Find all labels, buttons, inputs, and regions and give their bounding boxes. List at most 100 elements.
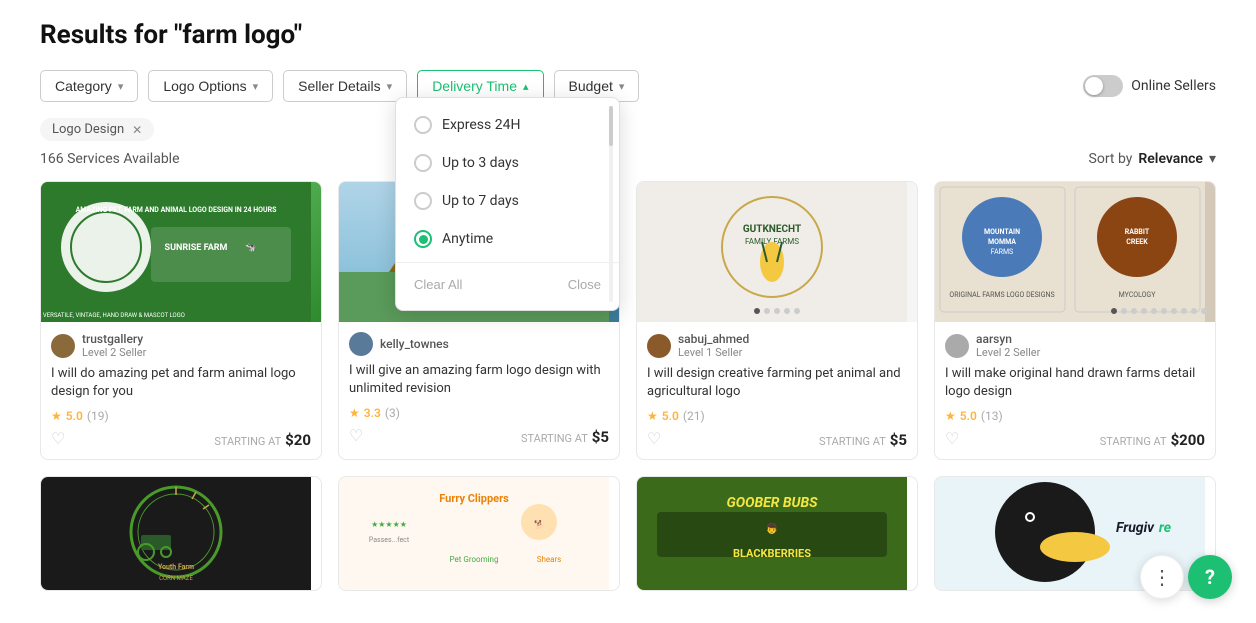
svg-text:ORIGINAL FARMS LOGO DESIGNS: ORIGINAL FARMS LOGO DESIGNS (949, 291, 1054, 299)
card-3-price: $5 (890, 431, 907, 449)
dropdown-option-anytime[interactable]: Anytime (396, 220, 619, 258)
svg-text:MYCOLOGY: MYCOLOGY (1119, 291, 1157, 299)
delivery-time-label: Delivery Time (432, 78, 517, 94)
radio-express (414, 116, 432, 134)
card4-dot-1 (1111, 308, 1117, 314)
card4-dot-3 (1131, 308, 1137, 314)
card-7-svg: GOOBER BUBS 👦 BLACKBERRIES (637, 477, 907, 591)
card-4-image: MOUNTAIN MOMMA FARMS RABBIT CREEK ORIGIN… (935, 182, 1215, 322)
card-3-seller-name: sabuj_ahmed (678, 332, 749, 346)
seller-details-label: Seller Details (298, 78, 380, 94)
card-1-rating-val: 5.0 (66, 409, 83, 423)
dot-1 (754, 308, 760, 314)
svg-text:RABBIT: RABBIT (1125, 228, 1150, 236)
card-1-body: trustgallery Level 2 Seller I will do am… (41, 322, 321, 459)
card-4-seller-name: aarsyn (976, 332, 1040, 346)
7days-label: Up to 7 days (442, 193, 519, 209)
card-3-rating-val: 5.0 (662, 409, 679, 423)
card-4-price-area: STARTING AT $200 (1100, 430, 1205, 449)
scrollbar-track (609, 106, 613, 302)
help-icon: ? (1205, 565, 1215, 589)
card-2-rating-count: (3) (385, 406, 400, 420)
card-1-seller-level: Level 2 Seller (82, 346, 146, 359)
more-options-button[interactable]: ⋮ (1140, 555, 1184, 599)
card-3-image: GUTKNECHT FAMILY FARMS (637, 182, 917, 322)
card-4-body: aarsyn Level 2 Seller I will make origin… (935, 322, 1215, 459)
card-1-starting-at: STARTING AT (214, 435, 281, 448)
page-container: Results for "farm logo" Category ▾ Logo … (0, 0, 1256, 623)
logo-design-tag: Logo Design ✕ (40, 118, 154, 141)
online-sellers-toggle: Online Sellers (1083, 75, 1216, 97)
scrollbar-thumb (609, 106, 613, 146)
dropdown-footer: Clear All Close (396, 267, 619, 302)
tag-remove-icon[interactable]: ✕ (132, 123, 142, 137)
svg-text:BLACKBERRIES: BLACKBERRIES (733, 547, 811, 560)
category-label: Category (55, 78, 112, 94)
category-filter[interactable]: Category ▾ (40, 70, 138, 102)
card-4-rating-count: (13) (981, 409, 1003, 423)
card-2-seller: kelly_townes (349, 332, 609, 356)
clear-all-button[interactable]: Clear All (414, 277, 462, 292)
dropdown-option-express[interactable]: Express 24H (396, 106, 619, 144)
card-3-heart-button[interactable]: ♡ (647, 429, 661, 449)
card-2-rating: ★ 3.3 (3) (349, 406, 609, 420)
card-4-starting-at: STARTING AT (1100, 435, 1167, 448)
seller-details-filter[interactable]: Seller Details ▾ (283, 70, 407, 102)
card-2-body: kelly_townes I will give an amazing farm… (339, 322, 619, 456)
svg-text:AMAZING PET, FARM AND ANIMAL L: AMAZING PET, FARM AND ANIMAL LOGO DESIGN… (76, 206, 278, 214)
sort-by[interactable]: Sort by Relevance ▾ (1089, 151, 1216, 167)
radio-anytime (414, 230, 432, 248)
svg-text:👦: 👦 (766, 522, 778, 535)
card-4-avatar (945, 334, 969, 358)
svg-text:GUTKNECHT: GUTKNECHT (743, 224, 801, 235)
online-sellers-switch[interactable] (1083, 75, 1123, 97)
card-2-price: $5 (592, 428, 609, 446)
dropdown-option-7days[interactable]: Up to 7 days (396, 182, 619, 220)
card-1-svg: AMAZING PET, FARM AND ANIMAL LOGO DESIGN… (41, 182, 311, 322)
dot-2 (764, 308, 770, 314)
card-1-avatar (51, 334, 75, 358)
svg-text:SUNRISE FARM: SUNRISE FARM (165, 243, 228, 253)
card-4-star-icon: ★ (945, 409, 956, 423)
card-4-svg: MOUNTAIN MOMMA FARMS RABBIT CREEK ORIGIN… (935, 182, 1205, 322)
dropdown-option-3days[interactable]: Up to 3 days (396, 144, 619, 182)
card-1-heart-button[interactable]: ♡ (51, 429, 65, 449)
card-3-body: sabuj_ahmed Level 1 Seller I will design… (637, 322, 917, 459)
card-5: Youth Farm CORN MAZE (40, 476, 322, 591)
logo-options-filter[interactable]: Logo Options ▾ (148, 70, 273, 102)
dropdown-divider (396, 262, 619, 263)
dot-5 (794, 308, 800, 314)
card4-dot-9 (1191, 308, 1197, 314)
card-6: Furry Clippers ★★★★★ Passes...fect 🐕 Pet… (338, 476, 620, 591)
card-1-title: I will do amazing pet and farm animal lo… (51, 365, 311, 401)
card-4-heart-button[interactable]: ♡ (945, 429, 959, 449)
card-3-star-icon: ★ (647, 409, 658, 423)
card-4-seller-level: Level 2 Seller (976, 346, 1040, 359)
svg-text:GOOBER BUBS: GOOBER BUBS (726, 495, 818, 511)
svg-text:FARMS: FARMS (991, 248, 1013, 256)
svg-text:Furry Clippers: Furry Clippers (439, 492, 509, 505)
card-4-rating: ★ 5.0 (13) (945, 409, 1205, 423)
card-1-rating: ★ 5.0 (19) (51, 409, 311, 423)
card-1: AMAZING PET, FARM AND ANIMAL LOGO DESIGN… (40, 181, 322, 460)
card-2-heart-button[interactable]: ♡ (349, 426, 363, 446)
card-2-seller-name: kelly_townes (380, 337, 449, 351)
close-dropdown-button[interactable]: Close (568, 277, 601, 292)
dropdown-scrollbar[interactable] (609, 106, 615, 302)
help-button[interactable]: ? (1188, 555, 1232, 599)
seller-details-chevron-icon: ▾ (387, 80, 393, 93)
svg-text:★★★★★: ★★★★★ (371, 520, 407, 529)
card-3-title: I will design creative farming pet anima… (647, 365, 907, 401)
card-3-rating-count: (21) (683, 409, 705, 423)
results-grid: AMAZING PET, FARM AND ANIMAL LOGO DESIGN… (40, 181, 1216, 591)
card-1-price-area: STARTING AT $20 (214, 430, 311, 449)
delivery-dropdown: Express 24H Up to 3 days Up to 7 days An… (395, 97, 620, 311)
card4-dot-6 (1161, 308, 1167, 314)
dot-4 (784, 308, 790, 314)
card-3-seller: sabuj_ahmed Level 1 Seller (647, 332, 907, 359)
card-3-seller-level: Level 1 Seller (678, 346, 749, 359)
card-3-rating: ★ 5.0 (21) (647, 409, 907, 423)
svg-text:FLAT, VERSATILE, VINTAGE, HAND: FLAT, VERSATILE, VINTAGE, HAND DRAW & MA… (41, 312, 185, 319)
card-4-price: $200 (1171, 431, 1205, 449)
card-7: GOOBER BUBS 👦 BLACKBERRIES (636, 476, 918, 591)
